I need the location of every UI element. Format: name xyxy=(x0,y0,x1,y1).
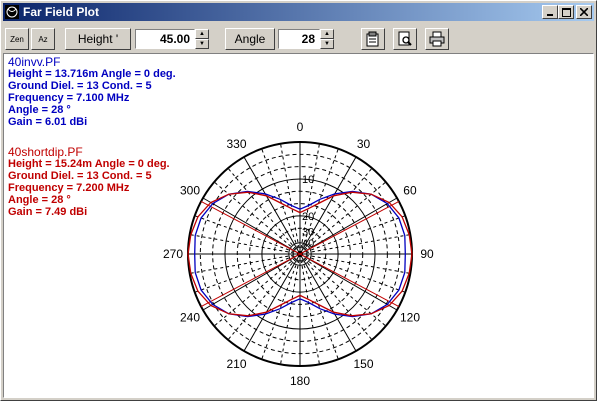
polar-plot: 030609012015018021024027030033010203040 xyxy=(163,120,434,388)
polar-angle-label: 120 xyxy=(400,311,420,325)
polar-angle-label: 330 xyxy=(226,137,246,151)
print-preview-button[interactable] xyxy=(393,28,417,50)
far-field-plot-window: Far Field Plot Zen Az Height ' 45.00 ▲ ▼… xyxy=(0,0,597,401)
az-button[interactable]: Az xyxy=(31,28,55,50)
spin-down-icon[interactable]: ▼ xyxy=(195,39,209,49)
maximize-button[interactable] xyxy=(558,5,574,19)
window-title: Far Field Plot xyxy=(23,5,100,19)
properties-button[interactable] xyxy=(361,28,385,50)
angle-value-field[interactable]: 28 xyxy=(278,29,320,49)
plot-area: 40invv.PF Height = 13.716m Angle = 0 deg… xyxy=(3,53,594,398)
minimize-button[interactable] xyxy=(542,5,558,19)
printer-icon xyxy=(429,31,445,47)
polar-ring-label: 20 xyxy=(302,211,314,223)
polar-angle-label: 150 xyxy=(353,357,373,371)
angle-button[interactable]: Angle xyxy=(225,28,275,50)
height-spinner[interactable]: ▲ ▼ xyxy=(195,29,209,49)
print-button[interactable] xyxy=(425,28,449,50)
print-preview-icon xyxy=(398,31,412,46)
app-icon xyxy=(5,5,19,19)
polar-angle-label: 90 xyxy=(420,247,434,261)
maximize-icon xyxy=(561,7,571,17)
polar-ring-label: 40 xyxy=(302,238,314,250)
polar-angle-label: 210 xyxy=(226,357,246,371)
polar-angle-label: 240 xyxy=(180,311,200,325)
polar-angle-label: 0 xyxy=(297,120,304,134)
polar-angle-label: 60 xyxy=(403,184,417,198)
polar-ring-label: 10 xyxy=(302,174,314,186)
title-bar[interactable]: Far Field Plot xyxy=(3,3,594,21)
spin-down-icon[interactable]: ▼ xyxy=(320,39,334,49)
spin-up-icon[interactable]: ▲ xyxy=(320,29,334,39)
height-value-field[interactable]: 45.00 xyxy=(135,29,195,49)
polar-angle-label: 300 xyxy=(180,184,200,198)
toolbar: Zen Az Height ' 45.00 ▲ ▼ Angle 28 ▲ ▼ xyxy=(3,23,594,53)
polar-angle-label: 30 xyxy=(357,137,371,151)
close-icon xyxy=(580,8,588,16)
angle-spinner[interactable]: ▲ ▼ xyxy=(320,29,334,49)
properties-icon xyxy=(366,31,379,47)
polar-angle-label: 180 xyxy=(290,374,310,388)
zen-button[interactable]: Zen xyxy=(5,28,29,50)
minimize-icon xyxy=(547,14,553,16)
height-button[interactable]: Height ' xyxy=(65,28,131,50)
polar-ring-label: 30 xyxy=(302,227,314,239)
spin-up-icon[interactable]: ▲ xyxy=(195,29,209,39)
polar-angle-label: 270 xyxy=(163,247,183,261)
close-button[interactable] xyxy=(576,5,592,19)
